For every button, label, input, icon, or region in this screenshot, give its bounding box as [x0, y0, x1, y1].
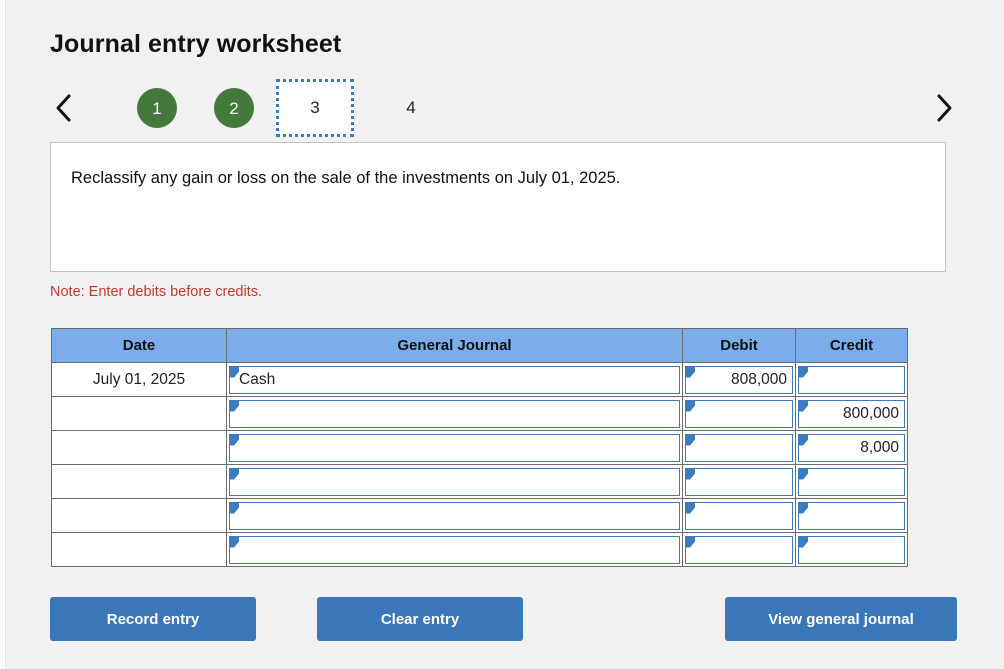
dropdown-flag-icon — [686, 536, 695, 548]
credit-cell[interactable] — [795, 498, 908, 533]
table-row: 8,000 — [51, 430, 908, 465]
dropdown-flag-icon — [799, 468, 808, 480]
instruction-text: Reclassify any gain or loss on the sale … — [71, 169, 621, 187]
account-cell[interactable] — [226, 464, 683, 499]
pager-step-2[interactable]: 2 — [199, 84, 269, 132]
credit-input[interactable] — [798, 467, 905, 496]
worksheet-pager: 1 2 3 4 — [44, 79, 964, 137]
dropdown-flag-icon — [686, 400, 695, 412]
chevron-left-icon[interactable] — [44, 84, 84, 132]
dropdown-flag-icon — [799, 502, 808, 514]
account-input[interactable] — [229, 501, 680, 530]
pager-step-2-label: 2 — [214, 88, 254, 128]
table-header-row: Date General Journal Debit Credit — [51, 328, 908, 363]
date-cell[interactable] — [51, 430, 227, 465]
debit-cell[interactable] — [682, 464, 796, 499]
credit-cell[interactable] — [795, 532, 908, 567]
column-header-debit: Debit — [682, 328, 796, 363]
dropdown-flag-icon — [686, 502, 695, 514]
account-cell[interactable] — [226, 532, 683, 567]
debit-cell[interactable] — [682, 498, 796, 533]
date-cell[interactable] — [51, 464, 227, 499]
debit-cell[interactable] — [682, 430, 796, 465]
debit-credit-note: Note: Enter debits before credits. — [50, 284, 262, 300]
account-input[interactable] — [229, 399, 680, 428]
debit-cell[interactable] — [682, 532, 796, 567]
dropdown-flag-icon — [799, 400, 808, 412]
dropdown-flag-icon — [230, 502, 239, 514]
account-input[interactable]: Cash — [229, 365, 680, 394]
account-input[interactable] — [229, 535, 680, 564]
dropdown-flag-icon — [230, 400, 239, 412]
dropdown-flag-icon — [230, 366, 239, 378]
page-title: Journal entry worksheet — [50, 30, 342, 58]
debit-input[interactable] — [685, 501, 793, 530]
account-cell[interactable] — [226, 430, 683, 465]
credit-cell[interactable] — [795, 464, 908, 499]
record-entry-button[interactable]: Record entry — [50, 597, 256, 641]
journal-entry-worksheet-panel: Journal entry worksheet 1 2 3 4 Reclassi… — [0, 0, 1004, 669]
view-general-journal-button[interactable]: View general journal — [725, 597, 957, 641]
column-header-general-journal: General Journal — [226, 328, 683, 363]
dropdown-flag-icon — [230, 536, 239, 548]
debit-cell[interactable]: 808,000 — [682, 362, 796, 397]
account-value: Cash — [239, 370, 276, 388]
dropdown-flag-icon — [686, 468, 695, 480]
credit-cell[interactable] — [795, 362, 908, 397]
credit-input[interactable] — [798, 365, 905, 394]
account-cell[interactable] — [226, 396, 683, 431]
credit-value: 8,000 — [860, 438, 899, 456]
clear-entry-button[interactable]: Clear entry — [317, 597, 523, 641]
pager-step-1-label: 1 — [137, 88, 177, 128]
table-row — [51, 464, 908, 499]
debit-value: 808,000 — [730, 370, 787, 388]
debit-input[interactable] — [685, 467, 793, 496]
pager-step-1[interactable]: 1 — [122, 84, 192, 132]
pager-step-3-label: 3 — [310, 98, 320, 117]
date-cell[interactable] — [51, 396, 227, 431]
date-cell[interactable]: July 01, 2025 — [51, 362, 227, 397]
account-cell[interactable] — [226, 498, 683, 533]
dropdown-flag-icon — [799, 434, 808, 446]
debit-input[interactable] — [685, 535, 793, 564]
column-header-credit: Credit — [795, 328, 908, 363]
table-row: 800,000 — [51, 396, 908, 431]
account-input[interactable] — [229, 467, 680, 496]
chevron-right-icon[interactable] — [924, 84, 964, 132]
pager-step-3[interactable]: 3 — [276, 79, 354, 137]
date-cell[interactable] — [51, 498, 227, 533]
debit-input[interactable] — [685, 433, 793, 462]
pager-step-4-label: 4 — [406, 98, 416, 117]
dropdown-flag-icon — [686, 434, 695, 446]
dropdown-flag-icon — [799, 536, 808, 548]
credit-value: 800,000 — [842, 404, 899, 422]
table-row — [51, 532, 908, 567]
dropdown-flag-icon — [230, 468, 239, 480]
credit-input[interactable]: 800,000 — [798, 399, 905, 428]
debit-cell[interactable] — [682, 396, 796, 431]
dropdown-flag-icon — [799, 366, 808, 378]
pager-step-4[interactable]: 4 — [374, 84, 448, 132]
credit-cell[interactable]: 8,000 — [795, 430, 908, 465]
dropdown-flag-icon — [686, 366, 695, 378]
table-row: July 01, 2025 Cash 808,000 — [51, 362, 908, 397]
debit-input[interactable] — [685, 399, 793, 428]
account-input[interactable] — [229, 433, 680, 462]
dropdown-flag-icon — [230, 434, 239, 446]
instruction-box: Reclassify any gain or loss on the sale … — [50, 142, 946, 272]
credit-input[interactable] — [798, 501, 905, 530]
column-header-date: Date — [51, 328, 227, 363]
credit-cell[interactable]: 800,000 — [795, 396, 908, 431]
journal-entry-table: Date General Journal Debit Credit July 0… — [51, 328, 908, 567]
credit-input[interactable]: 8,000 — [798, 433, 905, 462]
debit-input[interactable]: 808,000 — [685, 365, 793, 394]
table-row — [51, 498, 908, 533]
credit-input[interactable] — [798, 535, 905, 564]
account-cell[interactable]: Cash — [226, 362, 683, 397]
date-cell[interactable] — [51, 532, 227, 567]
